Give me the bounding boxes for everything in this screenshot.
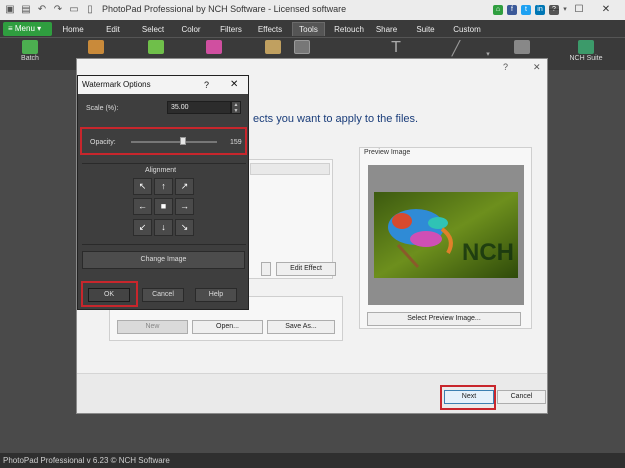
text-tool-icon[interactable]: T bbox=[387, 40, 405, 56]
tab-home[interactable]: Home bbox=[58, 23, 88, 37]
tab-share[interactable]: Share bbox=[373, 23, 400, 37]
align-bottom-left-arrow-icon[interactable]: ↙ bbox=[133, 219, 152, 236]
document-icon[interactable]: ▯ bbox=[84, 4, 96, 16]
line-tool-icon[interactable]: ╱ bbox=[447, 40, 465, 56]
watermark-help-button[interactable]: ? bbox=[204, 80, 209, 90]
preview-frame: NCH bbox=[368, 165, 524, 305]
opacity-highlight bbox=[80, 127, 247, 155]
divider bbox=[82, 163, 246, 164]
align-bottom-arrow-icon[interactable]: ↓ bbox=[154, 219, 173, 236]
watermark-cancel-button[interactable]: Cancel bbox=[142, 288, 184, 302]
effects-partial-button[interactable] bbox=[261, 262, 271, 276]
align-top-left-arrow-icon[interactable]: ↖ bbox=[133, 178, 152, 195]
ribbon-tabs: ≡ Menu ▾ Home Edit Select Color Filters … bbox=[0, 20, 625, 38]
home-icon[interactable]: ⌂ bbox=[493, 5, 503, 15]
document-tool[interactable] bbox=[512, 40, 532, 55]
collage-tool[interactable] bbox=[86, 40, 106, 55]
watermark-options-dialog: Watermark Options ? ✕ Scale (%): 35.00 ▲… bbox=[77, 75, 249, 310]
alignment-label: Alignment bbox=[145, 167, 177, 174]
preview-watermark-text: NCH bbox=[462, 239, 514, 266]
save-icon[interactable]: ▤ bbox=[20, 4, 32, 16]
watermark-dialog-titlebar: Watermark Options bbox=[78, 76, 248, 94]
scale-input[interactable]: 35.00 bbox=[167, 101, 231, 114]
save-as-button[interactable]: Save As... bbox=[267, 320, 335, 334]
divider bbox=[82, 244, 246, 245]
close-button[interactable]: ✕ bbox=[595, 2, 617, 18]
facebook-icon[interactable]: f bbox=[507, 5, 517, 15]
align-left-arrow-icon[interactable]: ← bbox=[133, 198, 152, 215]
help-button[interactable]: Help bbox=[195, 288, 237, 302]
wizard-instruction: ects you want to apply to the files. bbox=[253, 113, 419, 125]
align-top-right-arrow-icon[interactable]: ↗ bbox=[175, 178, 194, 195]
watermark-dialog-title: Watermark Options bbox=[82, 80, 151, 89]
open-button[interactable]: Open... bbox=[192, 320, 263, 334]
wizard-help-button[interactable]: ? bbox=[503, 62, 508, 72]
tab-color[interactable]: Color bbox=[177, 23, 205, 37]
align-bottom-right-arrow-icon[interactable]: ↘ bbox=[175, 219, 194, 236]
nch-suite-icon bbox=[578, 40, 594, 54]
scale-stepper[interactable]: ▲ ▼ bbox=[231, 101, 241, 114]
align-center-icon[interactable]: ■ bbox=[154, 198, 173, 215]
change-image-button[interactable]: Change Image bbox=[82, 251, 245, 269]
watermark-close-button[interactable]: ✕ bbox=[230, 79, 238, 90]
sticker-tool[interactable] bbox=[263, 40, 283, 55]
ok-highlight bbox=[81, 281, 138, 307]
sticker-icon bbox=[265, 40, 281, 54]
preview-image: NCH bbox=[374, 192, 518, 278]
effects-list-item[interactable] bbox=[250, 163, 330, 175]
edit-effect-button[interactable]: Edit Effect bbox=[276, 262, 336, 276]
next-highlight bbox=[440, 385, 496, 410]
wizard-cancel-button[interactable]: Cancel bbox=[497, 390, 546, 404]
undo-icon[interactable]: ↶ bbox=[36, 4, 48, 16]
wizard-close-button[interactable]: ✕ bbox=[533, 62, 541, 73]
align-right-arrow-icon[interactable]: → bbox=[175, 198, 194, 215]
batch-button[interactable]: Batch bbox=[12, 40, 48, 62]
tab-tools[interactable]: Tools bbox=[292, 22, 325, 36]
add-image-tool[interactable] bbox=[146, 40, 166, 55]
tab-custom[interactable]: Custom bbox=[449, 23, 485, 37]
nch-suite-label: NCH Suite bbox=[569, 55, 603, 62]
select-preview-image-button[interactable]: Select Preview Image... bbox=[367, 312, 521, 326]
new-button[interactable]: New bbox=[117, 320, 188, 334]
add-image-icon bbox=[148, 40, 164, 54]
app-icon: ▣ bbox=[5, 4, 15, 15]
main-menu-button[interactable]: ≡ Menu ▾ bbox=[3, 22, 52, 36]
preview-panel: Preview Image NCH bbox=[359, 147, 532, 329]
frame-tool[interactable] bbox=[293, 40, 311, 55]
tab-effects[interactable]: Effects bbox=[254, 23, 286, 37]
tab-edit[interactable]: Edit bbox=[101, 23, 125, 37]
line-dropdown-icon[interactable]: ▾ bbox=[484, 50, 492, 58]
minimize-button[interactable]: — bbox=[543, 2, 565, 18]
window-title: PhotoPad Professional by NCH Software - … bbox=[102, 4, 347, 14]
document-tool-icon bbox=[514, 40, 530, 54]
color-tool[interactable] bbox=[204, 40, 224, 55]
collage-icon bbox=[88, 40, 104, 54]
frame-icon bbox=[294, 40, 310, 54]
preview-title: Preview Image bbox=[364, 149, 411, 156]
tab-select[interactable]: Select bbox=[137, 23, 169, 37]
tab-retouch[interactable]: Retouch bbox=[331, 23, 367, 37]
tab-filters[interactable]: Filters bbox=[216, 23, 246, 37]
twitter-icon[interactable]: t bbox=[521, 5, 531, 15]
color-tool-icon bbox=[206, 40, 222, 54]
scale-label: Scale (%): bbox=[86, 105, 119, 112]
open-folder-icon[interactable]: ▭ bbox=[68, 4, 80, 16]
batch-icon bbox=[22, 40, 38, 54]
align-top-arrow-icon[interactable]: ↑ bbox=[154, 178, 173, 195]
status-text: PhotoPad Professional v 6.23 © NCH Softw… bbox=[3, 456, 170, 465]
status-bar: PhotoPad Professional v 6.23 © NCH Softw… bbox=[0, 453, 625, 468]
maximize-button[interactable]: ☐ bbox=[568, 2, 590, 18]
title-bar: ▣ ▤ ↶ ↷ ▭ ▯ PhotoPad Professional by NCH… bbox=[0, 0, 625, 20]
batch-label: Batch bbox=[21, 55, 39, 62]
nch-suite-button[interactable]: NCH Suite bbox=[566, 40, 606, 62]
redo-icon[interactable]: ↷ bbox=[52, 4, 64, 16]
tab-suite[interactable]: Suite bbox=[413, 23, 438, 37]
